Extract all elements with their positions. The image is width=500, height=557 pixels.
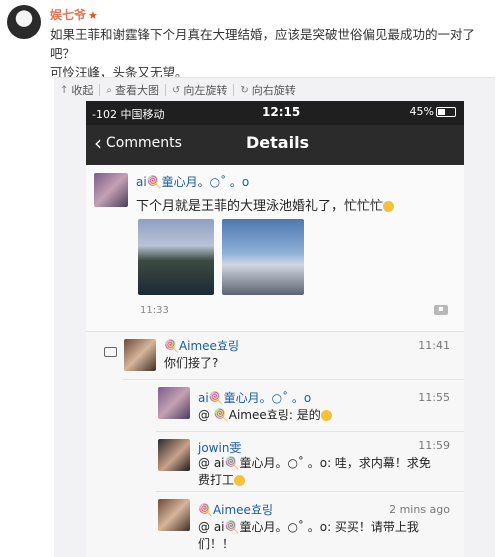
emoji-icon <box>383 201 395 212</box>
nav-title: Details <box>246 133 310 152</box>
comment-time: 11:41 <box>418 339 450 352</box>
author-name-text[interactable]: 娱七爷 <box>50 8 86 22</box>
battery-percent: 45% <box>409 105 434 118</box>
comment-item[interactable]: jowin雯 @ ai🍭童心月。○˚ 。o: 哇，求内幕！求免费打工 11:59 <box>156 433 464 492</box>
comment-time: 2 mins ago <box>389 503 450 516</box>
more-icon[interactable]: ▪ <box>434 305 448 315</box>
photo-pool[interactable] <box>138 219 214 295</box>
arrow-up-icon: ↑ <box>60 84 69 96</box>
avatar[interactable] <box>94 173 128 207</box>
avatar[interactable] <box>158 387 190 419</box>
view-large-button[interactable]: ⌕ 查看大图 <box>100 82 165 98</box>
rotate-left-icon: ↺ <box>172 84 181 96</box>
photo-lake[interactable] <box>222 219 304 295</box>
back-button[interactable]: ‹ Comments <box>94 133 182 153</box>
status-bar: -102 中国移动 12:15 45% <box>86 101 464 125</box>
post-time: 11:33 <box>140 305 169 316</box>
author-name[interactable]: 娱七爷 ★ <box>50 6 98 23</box>
comment-item[interactable]: ai🍭童心月。○˚ 。o @ 🍭Aimee효링: 是的 11:55 <box>156 381 464 432</box>
emoji-icon <box>320 410 332 421</box>
post-text-line1: 如果王菲和谢霆锋下个月真在大理结婚，应该是突破世俗偏见最成功的一对了吧？ <box>50 27 476 61</box>
comment-list: 🍭Aimee효링 你们接了? 11:41 ai🍭童心月。○˚ 。o @ 🍭Aim… <box>86 333 464 557</box>
rotate-right-label: 向右旋转 <box>251 84 296 97</box>
avatar[interactable] <box>124 339 156 371</box>
avatar[interactable] <box>158 499 190 531</box>
comment-text-content: @ ai🍭童心月。○˚ 。o: 哇，求内幕！求免费打工 <box>198 456 431 487</box>
back-label: Comments <box>106 135 182 151</box>
post-body: 下个月就是王菲的大理泳池婚礼了，忙忙忙 <box>136 195 395 214</box>
battery-icon <box>436 107 456 117</box>
nav-bar: ‹ Comments Details <box>86 125 464 165</box>
emoji-icon <box>234 475 246 486</box>
rotate-left-label: 向左旋转 <box>183 84 228 97</box>
view-large-label: 查看大图 <box>115 84 159 97</box>
avatar[interactable] <box>158 439 190 471</box>
post-username[interactable]: ai🍭童心月。○˚ 。o <box>136 173 249 190</box>
collapse-label: 收起 <box>71 84 94 97</box>
rotate-left-button[interactable]: ↺ 向左旋转 <box>166 82 233 98</box>
comment-text: @ ai🍭童心月。○˚ 。o: 哇，求内幕！求免费打工 <box>198 455 438 489</box>
comment-username[interactable]: 🍭Aimee효링 <box>198 501 273 518</box>
comment-username[interactable]: jowin雯 <box>198 439 241 456</box>
comment-username[interactable]: ai🍭童心月。○˚ 。o <box>198 389 311 406</box>
star-icon: ★ <box>88 9 98 22</box>
status-right: 45% <box>410 105 456 118</box>
embedded-phone-screenshot[interactable]: -102 中国移动 12:15 45% ‹ Comments Details ai… <box>86 101 464 557</box>
carrier-label: -102 中国移动 <box>92 108 165 121</box>
comment-text: @ ai🍭童心月。○˚ 。o: 买买！请带上我们！！ <box>198 520 419 551</box>
clock-label: 12:15 <box>262 105 301 119</box>
collapse-button[interactable]: ↑ 收起 <box>54 82 99 98</box>
magnifier-icon: ⌕ <box>106 84 112 96</box>
post-text: 如果王菲和谢霆锋下个月真在大理结婚，应该是突破世俗偏见最成功的一对了吧？ 可怜汪… <box>50 25 495 82</box>
comment-icon <box>104 347 117 357</box>
comment-username[interactable]: 🍭Aimee효링 <box>164 337 239 354</box>
image-toolbar: ↑ 收起 ⌕ 查看大图 ↺ 向左旋转 ↻ 向右旋转 <box>54 77 495 102</box>
comment-item[interactable]: 🍭Aimee효링 @ ai🍭童心月。○˚ 。o: 买买！请带上我们！！ 2 mi… <box>156 493 464 553</box>
rotate-right-button[interactable]: ↻ 向右旋转 <box>234 82 301 98</box>
detail-post: ai🍭童心月。○˚ 。o 下个月就是王菲的大理泳池婚礼了，忙忙忙 11:33 ▪ <box>86 165 464 332</box>
chevron-left-icon: ‹ <box>94 131 102 155</box>
comment-text: 你们接了? <box>164 356 219 370</box>
comment-time: 11:59 <box>418 439 450 452</box>
comment-time: 11:55 <box>418 391 450 404</box>
rotate-right-icon: ↻ <box>240 84 249 96</box>
author-avatar[interactable] <box>7 5 41 39</box>
comment-text-content: @ 🍭Aimee효링: 是的 <box>198 408 321 422</box>
comment-item[interactable]: 🍭Aimee효링 你们接了? 11:41 <box>122 333 464 380</box>
comment-text: @ 🍭Aimee효링: 是的 <box>198 407 438 424</box>
post-body-text: 下个月就是王菲的大理泳池婚礼了，忙忙忙 <box>136 199 384 214</box>
